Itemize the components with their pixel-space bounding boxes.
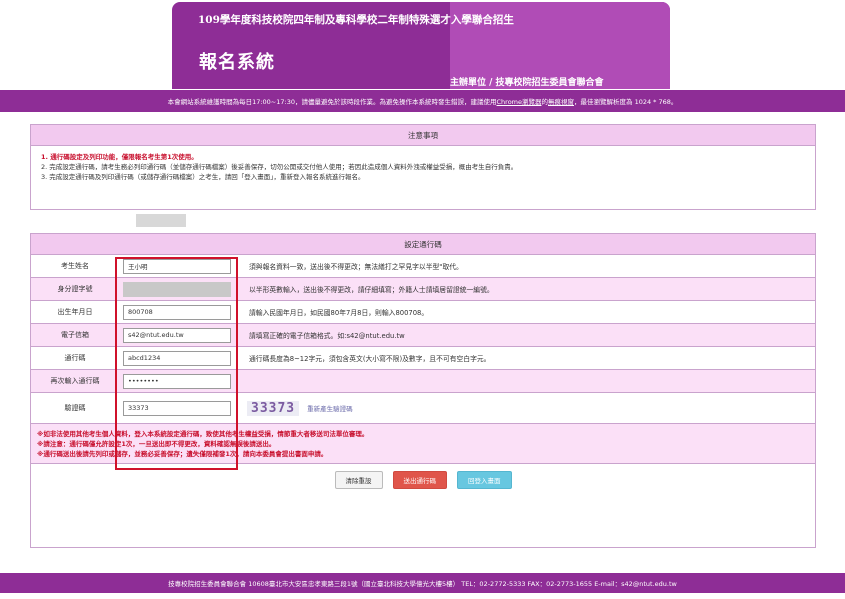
back-to-login-button[interactable]: 回登入畫面 — [457, 471, 512, 489]
email-label: 電子信箱 — [61, 331, 89, 339]
form-row-birthdate: 出生年月日 請輸入民國年月日，如民國80年7月8日，則輸入800708。 — [31, 301, 815, 324]
notice-text-before: 本會網站系統維護時間為每日17:00~17:30，請儘量避免於該時段作業。為避免… — [167, 98, 497, 106]
form-row-captcha: 驗證碼 33373 重新產生驗證碼 — [31, 393, 815, 424]
password-confirm-label: 再次輸入通行碼 — [50, 377, 100, 385]
birthdate-label: 出生年月日 — [57, 308, 93, 316]
captcha-image: 33373 — [247, 400, 300, 416]
notes-title: 注意事項 — [31, 125, 815, 146]
refresh-captcha-link[interactable]: 重新產生驗證碼 — [307, 403, 353, 413]
system-title: 報名系統 — [199, 52, 275, 73]
form-row-name: 考生姓名 須與報名資料一致，送出後不得更改；無法繕打之罕見字以半型"取代。 — [31, 255, 815, 278]
maintenance-notice: 本會網站系統維護時間為每日17:00~17:30，請儘量避免於該時段作業。為避免… — [0, 90, 845, 112]
notice-text-after: ，最佳瀏覽解析度為 1024 * 768。 — [574, 98, 678, 106]
birthdate-hint: 請輸入民國年月日，如民國80年7月8日，則輸入800708。 — [249, 309, 429, 317]
email-input[interactable] — [123, 327, 231, 343]
incognito-link[interactable]: 無痕視窗 — [548, 96, 574, 106]
name-input[interactable] — [123, 258, 231, 274]
captcha-input[interactable] — [123, 400, 231, 416]
note-item: 1. 通行碼設定及列印功能，僅限報名考生第1次使用。 — [41, 153, 198, 161]
redacted-box — [136, 214, 186, 227]
form-title: 設定通行碼 — [31, 234, 815, 255]
id-hint: 以半形英數輸入，送出後不得更改，請仔細填寫；外籍人士請填居留證統一編號。 — [249, 286, 494, 294]
note-item: 3. 完成設定通行碼及列印通行碼（或儲存通行碼檔案）之考生，請回「登入畫面」，重… — [41, 173, 365, 181]
notes-list: 1. 通行碼設定及列印功能，僅限報名考生第1次使用。 2. 完成設定通行碼，請考… — [31, 146, 815, 188]
organizer-label: 主辦單位 / 技專校院招生委員會聯合會 — [450, 78, 604, 88]
email-hint: 請填寫正確的電子信箱格式。如:s42@ntut.edu.tw — [249, 332, 405, 340]
warning-item: ※如非法使用其他考生個人資料，登入本系統設定通行碼，致使其他考生權益受損，情節重… — [37, 430, 369, 438]
password-hint: 通行碼長度為8~12字元，須包含英文(大小寫不限)及數字，且不可有空白字元。 — [249, 355, 491, 363]
password-confirm-input[interactable] — [123, 373, 231, 389]
form-actions: 清除重設 送出通行碼 回登入畫面 — [31, 464, 815, 496]
warning-item: ※請注意：通行碼僅允許設定1次，一旦送出即不得更改，資料確認無誤後請送出。 — [37, 440, 276, 448]
form-row-email: 電子信箱 請填寫正確的電子信箱格式。如:s42@ntut.edu.tw — [31, 324, 815, 347]
exam-year-title: 109學年度科技校院四年制及專科學校二年制特殊選才入學聯合招生 — [198, 14, 514, 26]
form-row-id: 身分證字號 以半形英數輸入，送出後不得更改，請仔細填寫；外籍人士請填居留證統一編… — [31, 278, 815, 301]
chrome-browser-link[interactable]: Chrome瀏覽器 — [497, 96, 542, 106]
form-row-password: 通行碼 通行碼長度為8~12字元，須包含英文(大小寫不限)及數字，且不可有空白字… — [31, 347, 815, 370]
id-label: 身分證字號 — [57, 285, 93, 293]
warning-item: ※通行碼送出後請先列印或儲存，並務必妥善保存；遺失僅限補發1次，請向本委員會提出… — [37, 450, 328, 458]
password-label: 通行碼 — [64, 354, 86, 362]
footer-contact: 技專校院招生委員會聯合會 10608臺北市大安區忠孝東路三段1號（國立臺北科技大… — [0, 573, 845, 593]
id-input-redacted[interactable] — [123, 281, 231, 297]
set-password-form: 設定通行碼 考生姓名 須與報名資料一致，送出後不得更改；無法繕打之罕見字以半型"… — [30, 233, 816, 548]
form-row-password-confirm: 再次輸入通行碼 — [31, 370, 815, 393]
password-input[interactable] — [123, 350, 231, 366]
notes-panel: 注意事項 1. 通行碼設定及列印功能，僅限報名考生第1次使用。 2. 完成設定通… — [30, 124, 816, 210]
warning-list: ※如非法使用其他考生個人資料，登入本系統設定通行碼，致使其他考生權益受損，情節重… — [31, 424, 815, 464]
clear-button[interactable]: 清除重設 — [334, 471, 383, 489]
note-item: 2. 完成設定通行碼，請考生務必列印通行碼（並儲存通行碼檔案）後妥善保存，切勿公… — [41, 163, 518, 171]
birthdate-input[interactable] — [123, 304, 231, 320]
captcha-label: 驗證碼 — [64, 404, 86, 412]
submit-password-button[interactable]: 送出通行碼 — [392, 471, 447, 489]
name-label: 考生姓名 — [61, 262, 89, 270]
name-hint: 須與報名資料一致，送出後不得更改；無法繕打之罕見字以半型"取代。 — [249, 263, 463, 271]
